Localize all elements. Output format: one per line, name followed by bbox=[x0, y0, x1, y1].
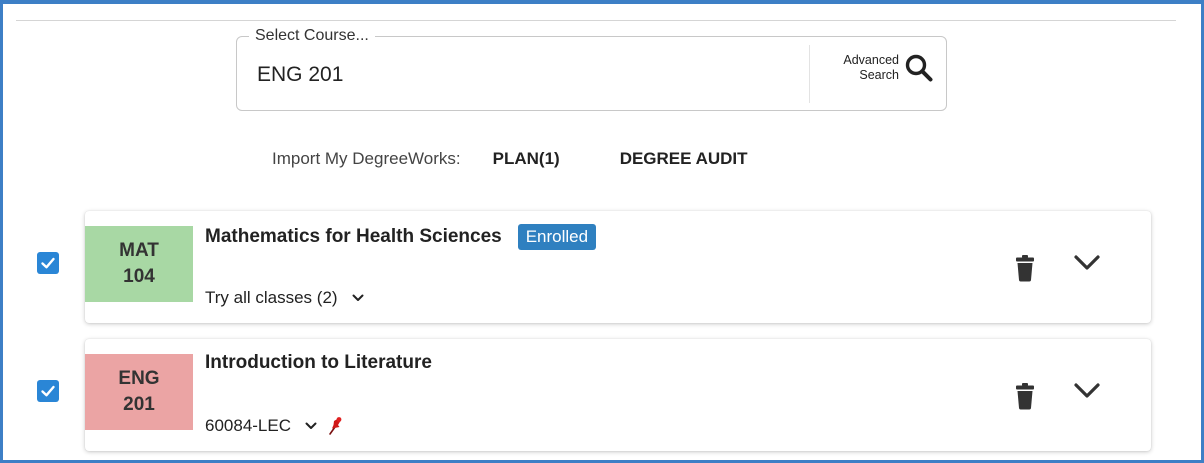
course-select-field[interactable]: Select Course... ENG 201 Advanced Search bbox=[236, 27, 947, 111]
section-select[interactable]: 60084-LEC bbox=[205, 416, 343, 436]
course-number: 104 bbox=[123, 266, 155, 287]
import-label: Import My DegreeWorks: bbox=[272, 149, 461, 168]
advanced-search-label-line1: Advanced bbox=[843, 53, 899, 67]
select-divider bbox=[809, 45, 810, 103]
course-title-row: Mathematics for Health Sciences Enrolled bbox=[205, 224, 597, 250]
pushpin-icon[interactable] bbox=[327, 416, 343, 436]
course-checkbox-mat-104[interactable] bbox=[37, 252, 59, 274]
course-code-block: MAT 104 bbox=[85, 226, 193, 302]
expand-chevron-icon[interactable] bbox=[1073, 382, 1101, 400]
advanced-search-button[interactable]: Advanced Search bbox=[843, 53, 934, 83]
plan-import-link[interactable]: PLAN(1) bbox=[493, 149, 560, 169]
trash-icon[interactable] bbox=[1015, 382, 1035, 410]
course-card-eng-201: ENG 201 Introduction to Literature 60084… bbox=[85, 339, 1151, 451]
course-number: 201 bbox=[123, 394, 155, 415]
frame-top-border bbox=[0, 0, 1204, 4]
chevron-down-icon bbox=[352, 294, 364, 301]
degreeworks-import-row: Import My DegreeWorks: PLAN(1) DEGREE AU… bbox=[272, 149, 748, 169]
section-select[interactable]: Try all classes (2) bbox=[205, 288, 364, 308]
chevron-down-icon bbox=[305, 422, 317, 429]
course-subject: MAT bbox=[119, 240, 159, 261]
search-icon bbox=[905, 54, 933, 82]
course-checkbox-eng-201[interactable] bbox=[37, 380, 59, 402]
top-divider bbox=[16, 20, 1176, 21]
course-select-value[interactable]: ENG 201 bbox=[257, 63, 343, 87]
course-select-legend: Select Course... bbox=[249, 27, 375, 45]
enrolled-badge: Enrolled bbox=[517, 224, 597, 250]
advanced-search-label-line2: Search bbox=[859, 68, 899, 82]
course-code-block: ENG 201 bbox=[85, 354, 193, 430]
section-select-value: Try all classes (2) bbox=[205, 288, 338, 307]
checkmark-icon bbox=[41, 257, 55, 269]
course-subject: ENG bbox=[118, 368, 160, 389]
course-title-row: Introduction to Literature bbox=[205, 352, 432, 374]
checkmark-icon bbox=[41, 385, 55, 397]
advanced-search-label: Advanced Search bbox=[843, 53, 899, 83]
trash-icon[interactable] bbox=[1015, 254, 1035, 282]
section-select-value: 60084-LEC bbox=[205, 416, 292, 435]
degree-audit-link[interactable]: DEGREE AUDIT bbox=[620, 149, 748, 169]
course-card-mat-104: MAT 104 Mathematics for Health Sciences … bbox=[85, 211, 1151, 323]
course-title: Introduction to Literature bbox=[205, 352, 432, 373]
expand-chevron-icon[interactable] bbox=[1073, 254, 1101, 272]
course-title: Mathematics for Health Sciences bbox=[205, 226, 502, 247]
